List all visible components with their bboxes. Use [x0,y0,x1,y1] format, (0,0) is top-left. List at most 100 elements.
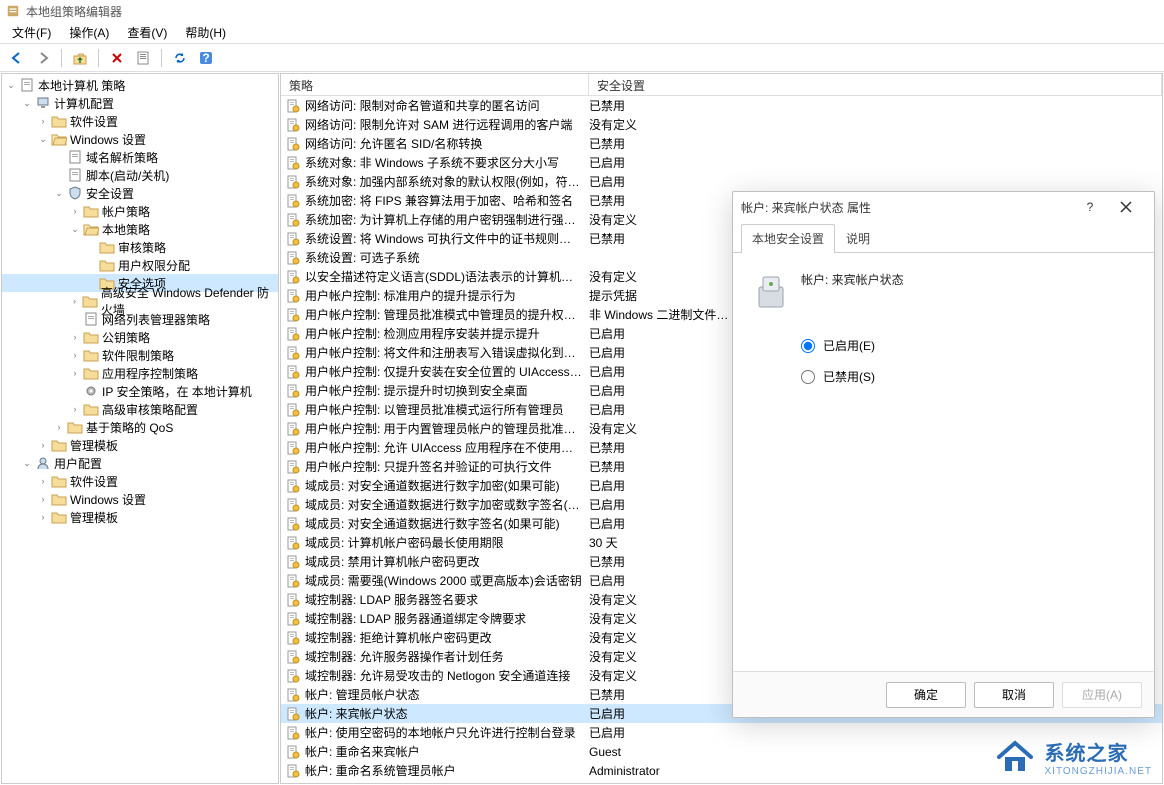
tab-explain[interactable]: 说明 [835,224,881,253]
column-setting[interactable]: 安全设置 [589,74,1162,95]
policy-item-icon [281,498,305,512]
tree-item-account-policies[interactable]: › 帐户策略 [2,202,278,220]
dialog-body: 帐户: 来宾帐户状态 已启用(E) 已禁用(S) [733,253,1154,671]
tree-item-scripts[interactable]: 脚本(启动/关机) [2,166,278,184]
tree-toggle-icon[interactable]: › [36,492,50,506]
tree-toggle-icon[interactable] [68,384,82,398]
radio-enabled-input[interactable] [801,339,815,353]
radio-disabled-input[interactable] [801,370,815,384]
tree-label: 管理模板 [70,509,118,526]
radio-enabled[interactable]: 已启用(E) [801,337,1132,354]
policy-name: 域成员: 需要强(Windows 2000 或更高版本)会话密钥 [305,572,589,589]
dialog-close-button[interactable] [1106,193,1146,221]
menu-action[interactable]: 操作(A) [61,22,117,43]
tree-item-u-templates[interactable]: › 管理模板 [2,508,278,526]
menu-file[interactable]: 文件(F) [4,22,59,43]
tree-toggle-icon[interactable]: › [68,366,82,380]
policy-item-icon [281,118,305,132]
dialog-titlebar[interactable]: 帐户: 来宾帐户状态 属性 ? [733,192,1154,222]
radio-disabled-label: 已禁用(S) [823,368,875,385]
policy-setting: 已启用 [589,173,1162,190]
ok-button[interactable]: 确定 [886,682,966,708]
tree-toggle-icon[interactable]: › [68,330,82,344]
tree-toggle-icon[interactable]: › [36,438,50,452]
tree-toggle-icon[interactable] [52,168,66,182]
tree-toggle-icon[interactable]: › [68,294,81,308]
toolbar-separator [61,49,62,67]
policy-item-icon [281,479,305,493]
tree-toggle-icon[interactable] [52,150,66,164]
tree-item-app-control[interactable]: › 应用程序控制策略 [2,364,278,382]
tab-local-security[interactable]: 本地安全设置 [741,224,835,253]
policy-name: 系统设置: 将 Windows 可执行文件中的证书规则用于软件限… [305,230,589,247]
policy-row[interactable]: 系统对象: 非 Windows 子系统不要求区分大小写 已启用 [281,153,1162,172]
tree-toggle-icon[interactable]: › [36,474,50,488]
tree-item-windows-settings[interactable]: ⌄ Windows 设置 [2,130,278,148]
tree-item-public-key[interactable]: › 公钥策略 [2,328,278,346]
column-policy[interactable]: 策略 [281,74,589,95]
tree-item-software-restriction[interactable]: › 软件限制策略 [2,346,278,364]
tree-pane[interactable]: ⌄ 本地计算机 策略 ⌄ 计算机配置 › 软件设置 ⌄ Windows 设置 域… [1,73,279,784]
policy-row[interactable]: 系统对象: 加强内部系统对象的默认权限(例如，符号链接) 已启用 [281,172,1162,191]
list-header: 策略 安全设置 [281,74,1162,96]
tree-item-computer-config[interactable]: ⌄ 计算机配置 [2,94,278,112]
delete-button[interactable] [106,47,128,69]
tree-toggle-icon[interactable] [68,312,82,326]
tree-item-u-windows[interactable]: › Windows 设置 [2,490,278,508]
tree-item-ip-security[interactable]: IP 安全策略，在 本地计算机 [2,382,278,400]
tree-toggle-icon[interactable]: ⌄ [68,222,82,236]
tree-label: 网络列表管理器策略 [102,311,210,328]
policy-item-icon [281,422,305,436]
cancel-button[interactable]: 取消 [974,682,1054,708]
tree-item-user-rights[interactable]: 用户权限分配 [2,256,278,274]
tree-toggle-icon[interactable]: › [52,420,66,434]
menu-help[interactable]: 帮助(H) [177,22,234,43]
menu-view[interactable]: 查看(V) [119,22,175,43]
tree-item-policy-qos[interactable]: › 基于策略的 QoS [2,418,278,436]
properties-button[interactable] [132,47,154,69]
tree-item-root[interactable]: ⌄ 本地计算机 策略 [2,76,278,94]
folder-icon [83,402,99,416]
back-button[interactable] [6,47,28,69]
app-icon [6,4,20,18]
tree-toggle-icon[interactable] [84,258,98,272]
refresh-button[interactable] [169,47,191,69]
tree-toggle-icon[interactable]: ⌄ [20,456,34,470]
svg-text:?: ? [202,51,209,65]
tree-toggle-icon[interactable] [84,276,98,290]
tree-item-defender-firewall[interactable]: › 高级安全 Windows Defender 防火墙 [2,292,278,310]
policy-item-icon [281,251,305,265]
tree-toggle-icon[interactable]: › [36,114,50,128]
policy-row[interactable]: 网络访问: 允许匿名 SID/名称转换 已禁用 [281,134,1162,153]
tree-toggle-icon[interactable]: › [68,402,82,416]
tree-item-security-settings[interactable]: ⌄ 安全设置 [2,184,278,202]
tree-toggle-icon[interactable]: › [36,510,50,524]
tree-toggle-icon[interactable]: › [68,204,82,218]
up-button[interactable] [69,47,91,69]
tree-toggle-icon[interactable] [84,240,98,254]
policy-row[interactable]: 网络访问: 限制对命名管道和共享的匿名访问 已禁用 [281,96,1162,115]
tree-item-admin-templates[interactable]: › 管理模板 [2,436,278,454]
tree-toggle-icon[interactable]: › [68,348,82,362]
tree-item-user-config[interactable]: ⌄ 用户配置 [2,454,278,472]
policy-name: 域成员: 对安全通道数据进行数字签名(如果可能) [305,515,589,532]
toolbar-separator [161,49,162,67]
tree-toggle-icon[interactable]: ⌄ [20,96,34,110]
tree-item-name-resolution[interactable]: 域名解析策略 [2,148,278,166]
tree-item-u-software[interactable]: › 软件设置 [2,472,278,490]
apply-button[interactable]: 应用(A) [1062,682,1142,708]
policy-row[interactable]: 网络访问: 限制允许对 SAM 进行远程调用的客户端 没有定义 [281,115,1162,134]
radio-disabled[interactable]: 已禁用(S) [801,368,1132,385]
tree-item-advanced-audit[interactable]: › 高级审核策略配置 [2,400,278,418]
policy-row[interactable]: 帐户: 阻止 Microsoft 帐户 没有定义 [281,780,1162,784]
tree-toggle-icon[interactable]: ⌄ [36,132,50,146]
tree-toggle-icon[interactable]: ⌄ [4,78,18,92]
tree-item-software-settings[interactable]: › 软件设置 [2,112,278,130]
tree-item-audit-policy[interactable]: 审核策略 [2,238,278,256]
help-button[interactable]: ? [195,47,217,69]
tree-item-local-policies[interactable]: ⌄ 本地策略 [2,220,278,238]
policy-setting: 没有定义 [589,781,1162,784]
forward-button[interactable] [32,47,54,69]
tree-toggle-icon[interactable]: ⌄ [52,186,66,200]
dialog-help-button[interactable]: ? [1074,200,1106,214]
